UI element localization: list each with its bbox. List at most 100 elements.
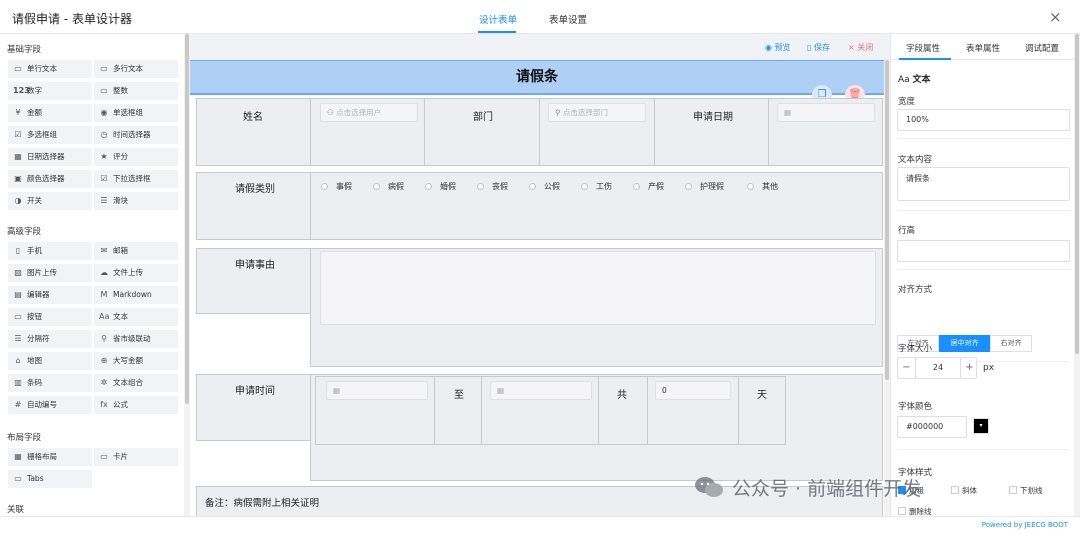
palette-item-checkbox-group[interactable]: ☑ 多选框组: [8, 126, 92, 144]
palette-item-text[interactable]: Aa 文本: [94, 308, 178, 326]
start-time-cell[interactable]: ▦: [315, 376, 435, 445]
italic-checkbox[interactable]: 斜体: [951, 485, 977, 496]
end-time-cell[interactable]: ▦: [481, 376, 599, 445]
palette-item-image-upload[interactable]: ▨ 图片上传: [8, 264, 92, 282]
radio-personal-leave[interactable]: 事假: [321, 181, 352, 192]
content-textarea[interactable]: 请假条: [897, 167, 1070, 201]
palette-item-time-picker[interactable]: ◷ 时间选择器: [94, 126, 178, 144]
font-color-input[interactable]: #000000: [897, 416, 967, 438]
calendar-icon: ▦: [333, 386, 341, 395]
apply-date-input[interactable]: ▦: [777, 103, 875, 122]
type-options-cell[interactable]: 事假 病假 婚假 丧假 公假 工伤 产假 护理假 其他: [310, 172, 883, 240]
top-bar: 请假申请 - 表单设计器 设计表单 表单设置 ×: [0, 0, 1080, 34]
palette-item-auto-number[interactable]: # 自动编号: [8, 396, 92, 414]
markdown-icon: M: [100, 290, 108, 299]
palette-item-file-upload[interactable]: ☁ 文件上传: [94, 264, 178, 282]
reason-textarea[interactable]: [320, 251, 876, 325]
reason-input-cell[interactable]: [310, 248, 883, 367]
radio-bereavement-leave[interactable]: 丧假: [477, 181, 508, 192]
form-title-text[interactable]: 请假条: [190, 60, 884, 95]
font-size-stepper[interactable]: − 24 +: [897, 357, 977, 379]
dept-select-input[interactable]: ⚲ 点击选择部门: [548, 103, 646, 122]
radio-sick-leave[interactable]: 病假: [373, 181, 404, 192]
tab-design-form[interactable]: 设计表单: [479, 12, 517, 26]
start-time-input[interactable]: ▦: [326, 381, 428, 400]
close-button[interactable]: × 关闭: [848, 42, 873, 53]
date-label-cell[interactable]: 申请日期: [654, 98, 769, 166]
preview-button[interactable]: ◉ 预览: [765, 42, 791, 53]
radio-nursing-leave[interactable]: 护理假: [685, 181, 724, 192]
name-input-cell[interactable]: ⚇ 点击选择用户: [310, 98, 425, 166]
color-swatch[interactable]: ▾: [973, 418, 989, 434]
palette-item-capital-amount[interactable]: ⊕ 大写金额: [94, 352, 178, 370]
time-label-cell[interactable]: 申请时间: [196, 374, 311, 441]
properties-scrollbar[interactable]: [1074, 34, 1080, 520]
radio-injury-leave[interactable]: 工伤: [581, 181, 612, 192]
mail-icon: ✉: [100, 246, 108, 255]
palette-item-integer[interactable]: ▭ 整数: [94, 82, 178, 100]
dept-input-cell[interactable]: ⚲ 点击选择部门: [539, 98, 655, 166]
total-days-cell[interactable]: 0: [647, 376, 739, 445]
align-center-button[interactable]: 居中对齐: [939, 335, 990, 352]
palette-item-switch[interactable]: ◑ 开关: [8, 192, 92, 210]
align-right-button[interactable]: 右对齐: [990, 335, 1032, 352]
palette-item-multi-line[interactable]: ▭ 多行文本: [94, 60, 178, 78]
palette-item-slider[interactable]: ☰ 滑块: [94, 192, 178, 210]
calendar-icon: ▦: [497, 386, 505, 395]
plus-icon[interactable]: +: [960, 358, 978, 378]
total-days-input[interactable]: 0: [655, 381, 731, 400]
palette-item-tabs[interactable]: ▭ Tabs: [8, 470, 92, 488]
tab-field-properties[interactable]: 字段属性: [906, 42, 940, 54]
palette-item-card[interactable]: ▭ 卡片: [94, 448, 178, 466]
palette-item-color-picker[interactable]: ▣ 颜色选择器: [8, 170, 92, 188]
palette-item-region-cascade[interactable]: ⚲ 省市级联动: [94, 330, 178, 348]
minus-icon[interactable]: −: [898, 358, 916, 378]
palette-item-markdown[interactable]: M Markdown: [94, 286, 178, 304]
palette-item-number[interactable]: 123数字: [8, 82, 92, 100]
palette-item-text-combo[interactable]: ✲ 文本组合: [94, 374, 178, 392]
palette-item-grid-layout[interactable]: ▦ 栅格布局: [8, 448, 92, 466]
radio-maternity-leave[interactable]: 产假: [633, 181, 664, 192]
radio-marriage-leave[interactable]: 婚假: [425, 181, 456, 192]
tab-form-properties[interactable]: 表单属性: [966, 42, 1000, 54]
close-icon[interactable]: ×: [1049, 8, 1062, 26]
slider-icon: ☰: [100, 196, 108, 205]
tab-debug-config[interactable]: 调试配置: [1025, 42, 1059, 54]
palette-item-editor[interactable]: ▤ 编辑器: [8, 286, 92, 304]
palette-item-radio-group[interactable]: ◉ 单选框组: [94, 104, 178, 122]
dept-label-cell[interactable]: 部门: [424, 98, 540, 166]
font-size-value[interactable]: 24: [916, 358, 960, 378]
palette-item-single-line[interactable]: ▭ 单行文本: [8, 60, 92, 78]
canvas-scroll-thumb[interactable]: [885, 60, 889, 380]
line-height-input[interactable]: [897, 240, 1070, 262]
save-button[interactable]: ▯ 保存: [807, 42, 830, 53]
tab-form-settings[interactable]: 表单设置: [549, 12, 587, 26]
total-label: 共: [617, 390, 627, 401]
palette-item-formula[interactable]: fx 公式: [94, 396, 178, 414]
palette-item-select[interactable]: ☑ 下拉选择框: [94, 170, 178, 188]
palette-item-email[interactable]: ✉ 邮箱: [94, 242, 178, 260]
radio-public-leave[interactable]: 公假: [529, 181, 560, 192]
palette-scroll-thumb[interactable]: [185, 34, 189, 404]
width-input[interactable]: 100%: [897, 109, 1070, 131]
underline-checkbox[interactable]: 下划线: [1009, 485, 1043, 496]
date-input-cell[interactable]: ▦: [768, 98, 883, 166]
name-label-cell[interactable]: 姓名: [196, 98, 311, 166]
user-select-input[interactable]: ⚇ 点击选择用户: [320, 103, 418, 122]
palette-item-map[interactable]: ⌂ 地图: [8, 352, 92, 370]
content-label: 文本内容: [898, 155, 933, 165]
type-label-cell[interactable]: 请假类别: [196, 172, 311, 240]
palette-item-barcode[interactable]: ▥ 条码: [8, 374, 92, 392]
powered-by-text[interactable]: Powered by JEECG BOOT: [982, 521, 1068, 529]
properties-scroll-thumb[interactable]: [1075, 34, 1079, 354]
palette-item-rating[interactable]: ★ 评分: [94, 148, 178, 166]
field-type-heading: Aa 文本: [898, 75, 931, 85]
radio-other-leave[interactable]: 其他: [747, 181, 778, 192]
palette-item-date-picker[interactable]: ▦ 日期选择器: [8, 148, 92, 166]
reason-label-cell[interactable]: 申请事由: [196, 248, 311, 314]
palette-item-phone[interactable]: ▯ 手机: [8, 242, 92, 260]
palette-item-divider[interactable]: ☰ 分隔符: [8, 330, 92, 348]
palette-item-amount[interactable]: ¥ 金额: [8, 104, 92, 122]
end-time-input[interactable]: ▦: [490, 381, 592, 400]
palette-item-button[interactable]: ▭ 按钮: [8, 308, 92, 326]
